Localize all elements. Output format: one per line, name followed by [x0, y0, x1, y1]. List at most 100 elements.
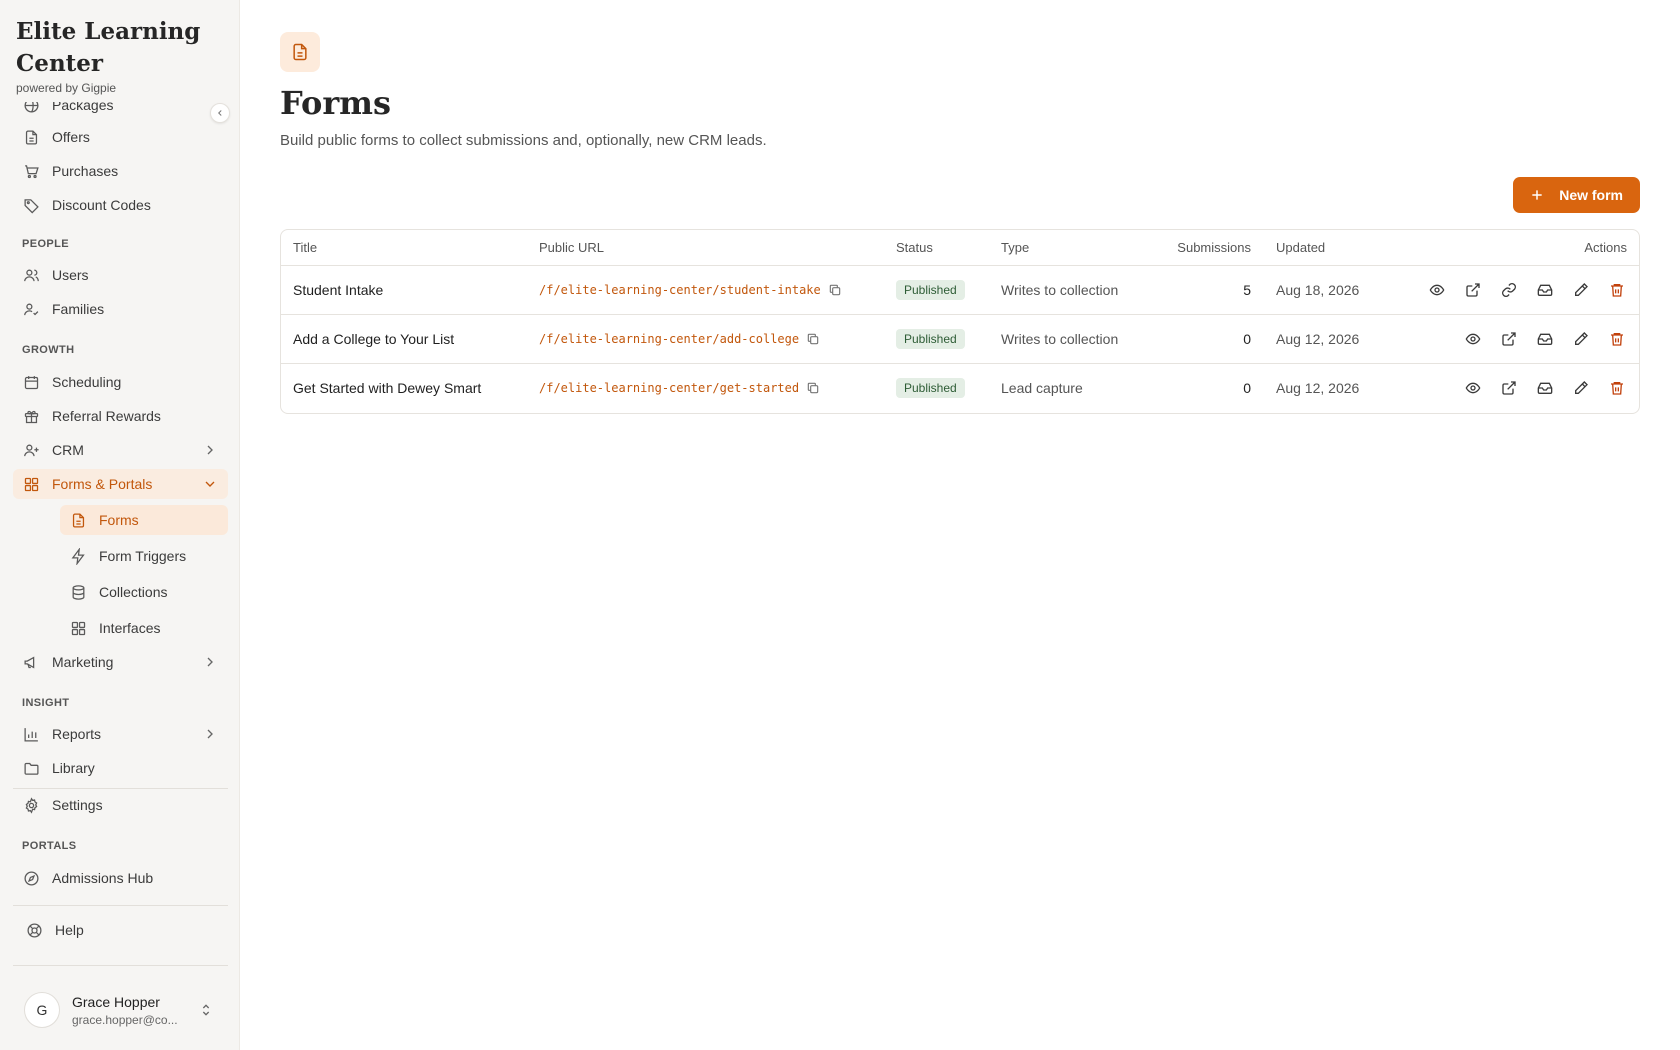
preview-button[interactable]	[1463, 329, 1483, 349]
preview-button[interactable]	[1427, 280, 1447, 300]
submissions-inbox-button[interactable]	[1535, 280, 1555, 300]
sidebar-item-scheduling[interactable]: Scheduling	[13, 367, 228, 397]
copy-icon[interactable]	[806, 381, 820, 395]
sidebar-item-reports[interactable]: Reports	[13, 719, 228, 749]
submissions-count: 0	[1243, 331, 1251, 347]
updated-date: Aug 12, 2026	[1276, 380, 1360, 396]
preview-button[interactable]	[1463, 378, 1483, 398]
sidebar-item-marketing[interactable]: Marketing	[13, 647, 228, 677]
gear-icon	[22, 796, 40, 814]
external-link-icon	[1466, 283, 1480, 297]
submissions-inbox-button[interactable]	[1535, 378, 1555, 398]
sidebar-item-label: Library	[52, 760, 95, 776]
open-external-button[interactable]	[1499, 329, 1519, 349]
copy-icon[interactable]	[806, 332, 820, 346]
pencil-icon	[1575, 381, 1588, 394]
sidebar-item-help[interactable]: Help	[13, 915, 228, 945]
copy-icon[interactable]	[828, 283, 842, 297]
sidebar-item-discount-codes[interactable]: Discount Codes	[13, 190, 228, 220]
open-external-button[interactable]	[1499, 378, 1519, 398]
forms-table: Title Public URL Status Type Submissions…	[280, 229, 1640, 414]
chevron-up-down-icon	[202, 1004, 210, 1016]
sidebar-item-label: CRM	[52, 442, 84, 458]
sidebar-item-label: Referral Rewards	[52, 408, 161, 424]
page-title: Forms	[280, 84, 392, 122]
sidebar-item-referral-rewards[interactable]: Referral Rewards	[13, 401, 228, 431]
column-header-submissions[interactable]: Submissions	[1177, 240, 1251, 255]
table-row[interactable]: Student Intake /f/elite-learning-center/…	[281, 266, 1639, 315]
edit-button[interactable]	[1571, 280, 1591, 300]
chevron-down-icon	[205, 481, 215, 487]
edit-button[interactable]	[1571, 378, 1591, 398]
sidebar-item-collections[interactable]: Collections	[60, 577, 228, 607]
new-form-button[interactable]: New form	[1513, 177, 1640, 213]
edit-button[interactable]	[1571, 329, 1591, 349]
grid-icon	[69, 619, 87, 637]
column-header-public-url[interactable]: Public URL	[539, 240, 604, 255]
chevron-right-icon	[207, 729, 213, 739]
table-row[interactable]: Get Started with Dewey Smart /f/elite-le…	[281, 364, 1639, 413]
delete-button[interactable]	[1607, 378, 1627, 398]
row-actions	[1411, 280, 1627, 300]
section-growth: GROWTH	[22, 344, 75, 356]
public-url-text[interactable]: /f/elite-learning-center/add-college	[539, 332, 799, 346]
inbox-icon	[1537, 284, 1553, 296]
column-header-updated[interactable]: Updated	[1276, 240, 1325, 255]
updated-date: Aug 18, 2026	[1276, 282, 1360, 298]
eye-icon	[1465, 382, 1481, 394]
public-url-text[interactable]: /f/elite-learning-center/student-intake	[539, 283, 821, 297]
sidebar-item-form-triggers[interactable]: Form Triggers	[60, 541, 228, 571]
sidebar-item-families[interactable]: Families	[13, 294, 228, 324]
public-url[interactable]: /f/elite-learning-center/get-started	[539, 381, 820, 395]
inbox-icon	[1537, 382, 1553, 394]
sidebar-item-library[interactable]: Library	[13, 753, 228, 783]
row-actions	[1447, 378, 1627, 398]
sidebar-item-purchases[interactable]: Purchases	[13, 156, 228, 186]
sidebar-item-label: Reports	[52, 726, 102, 742]
table-row[interactable]: Add a College to Your List /f/elite-lear…	[281, 315, 1639, 364]
sidebar-item-packages[interactable]: Packages	[13, 102, 228, 120]
sidebar-item-forms-portals[interactable]: Forms & Portals	[13, 469, 228, 499]
sidebar-item-label: Offers	[52, 129, 90, 145]
user-plus-icon	[22, 441, 40, 459]
public-url-text[interactable]: /f/elite-learning-center/get-started	[539, 381, 799, 395]
column-header-type[interactable]: Type	[1001, 240, 1029, 255]
document-icon	[293, 43, 307, 61]
brand: Elite Learning Center powered by Gigpie	[16, 16, 216, 95]
column-header-title[interactable]: Title	[293, 240, 317, 255]
sidebar-item-label: Discount Codes	[52, 197, 151, 213]
delete-button[interactable]	[1607, 280, 1627, 300]
submissions-count: 0	[1243, 380, 1251, 396]
sidebar-item-admissions-hub[interactable]: Admissions Hub	[13, 863, 228, 893]
open-external-button[interactable]	[1463, 280, 1483, 300]
submissions-inbox-button[interactable]	[1535, 329, 1555, 349]
inbox-icon	[1537, 333, 1553, 345]
copy-link-button[interactable]	[1499, 280, 1519, 300]
public-url[interactable]: /f/elite-learning-center/add-college	[539, 332, 820, 346]
megaphone-icon	[22, 653, 40, 671]
form-type: Lead capture	[1001, 380, 1083, 396]
public-url[interactable]: /f/elite-learning-center/student-intake	[539, 283, 842, 297]
sidebar-item-users[interactable]: Users	[13, 260, 228, 290]
delete-button[interactable]	[1607, 329, 1627, 349]
sidebar-divider	[13, 965, 228, 966]
eye-icon	[1429, 284, 1445, 296]
sidebar-item-settings[interactable]: Settings	[13, 790, 228, 820]
sidebar-item-crm[interactable]: CRM	[13, 435, 228, 465]
row-actions	[1447, 329, 1627, 349]
gift-icon	[22, 407, 40, 425]
form-title[interactable]: Add a College to Your List	[293, 331, 454, 347]
updated-date: Aug 12, 2026	[1276, 331, 1360, 347]
form-title[interactable]: Get Started with Dewey Smart	[293, 380, 481, 396]
column-header-status[interactable]: Status	[896, 240, 933, 255]
form-title[interactable]: Student Intake	[293, 282, 383, 298]
user-menu[interactable]: G Grace Hopper grace.hopper@co...	[14, 985, 226, 1035]
package-icon	[22, 102, 40, 114]
sidebar-item-interfaces[interactable]: Interfaces	[60, 613, 228, 643]
page-description: Build public forms to collect submission…	[280, 132, 767, 149]
bar-chart-icon	[22, 725, 40, 743]
sidebar-item-forms[interactable]: Forms	[60, 505, 228, 535]
sidebar-item-label: Form Triggers	[99, 548, 187, 564]
sidebar-item-offers[interactable]: Offers	[13, 122, 228, 152]
document-icon	[69, 511, 87, 529]
